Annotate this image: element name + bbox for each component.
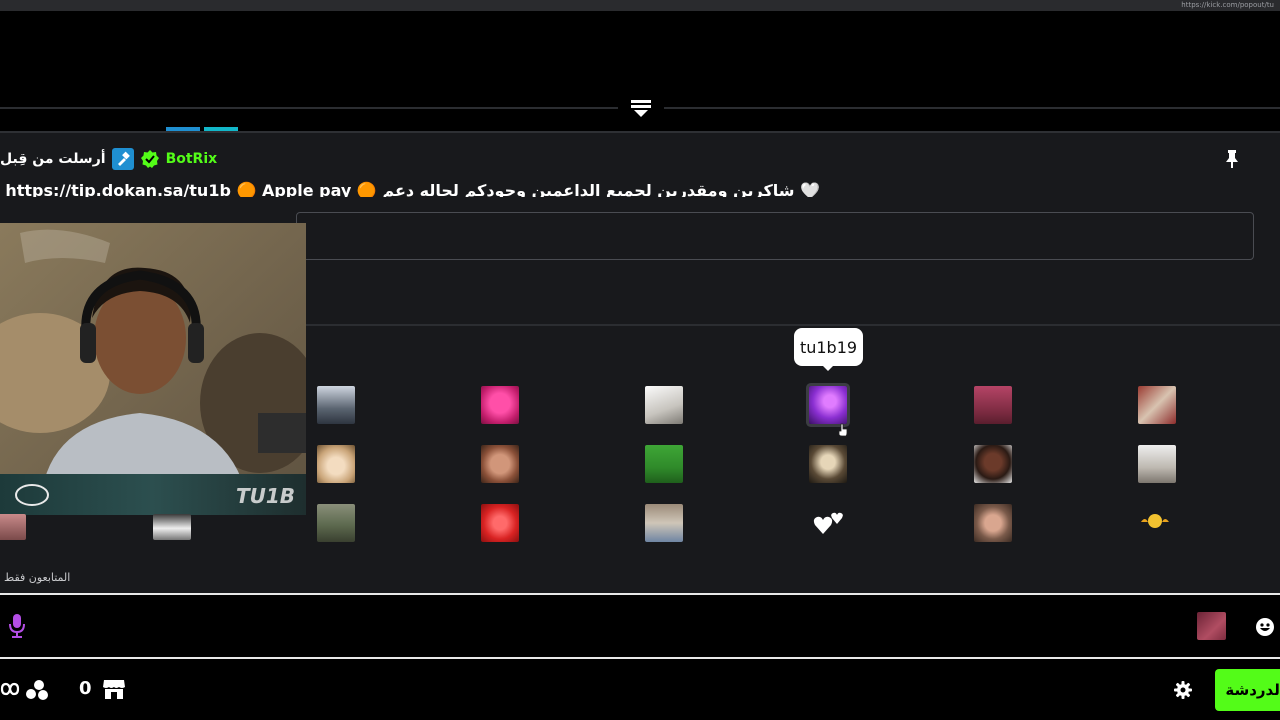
tooltip-tail <box>822 365 834 371</box>
store-icon[interactable] <box>102 678 126 700</box>
emote-item[interactable] <box>317 504 355 542</box>
emote-item[interactable] <box>809 445 847 483</box>
chat-input[interactable] <box>0 593 1280 659</box>
emote-item[interactable] <box>645 386 683 424</box>
emote-item[interactable] <box>645 504 683 542</box>
points-icon[interactable] <box>25 679 49 701</box>
emote-item[interactable] <box>481 504 519 542</box>
emote-item[interactable] <box>0 514 26 540</box>
mic-icon[interactable] <box>8 613 26 639</box>
chat-footer <box>0 659 1280 720</box>
emote-item[interactable] <box>317 445 355 483</box>
emote-search-input[interactable] <box>296 212 1254 260</box>
followers-only-label: المتابعون فقط <box>4 571 71 584</box>
pinned-header: أرسلت من قِبل BotRix <box>0 147 217 171</box>
emote-item[interactable] <box>974 386 1012 424</box>
verified-icon <box>140 149 160 169</box>
streamer-webcam: TU1B <box>0 223 306 515</box>
emote-face[interactable] <box>1138 512 1172 530</box>
bot-icon <box>111 148 134 170</box>
emote-item[interactable] <box>1138 445 1176 483</box>
panel-divider <box>306 324 1280 326</box>
pinned-message: أرسلت من قِبل BotRix 🤍 شاكرين ومقدرين لج… <box>0 131 1280 199</box>
emote-item[interactable] <box>974 504 1012 542</box>
emote-item[interactable] <box>1138 386 1176 424</box>
selected-emote-preview[interactable] <box>1197 612 1226 640</box>
emote-item[interactable] <box>317 386 355 424</box>
emote-item[interactable] <box>481 386 519 424</box>
emote-item[interactable] <box>481 445 519 483</box>
smile-icon[interactable] <box>1255 617 1275 637</box>
points-count: 0 <box>79 678 92 699</box>
emote-tooltip: tu1b19 <box>794 328 863 366</box>
emote-item[interactable] <box>645 445 683 483</box>
divider-left <box>0 107 618 109</box>
emote-item[interactable] <box>153 514 191 540</box>
sent-by-label: أرسلت من قِبل <box>0 151 106 167</box>
browser-strip <box>0 0 1280 11</box>
pin-icon[interactable] <box>1224 149 1240 169</box>
divider-right <box>664 107 1280 109</box>
emote-item[interactable] <box>974 445 1012 483</box>
emote-tu1b19[interactable] <box>809 386 847 424</box>
bot-name[interactable]: BotRix <box>166 151 218 167</box>
collapse-icon[interactable] <box>630 98 652 118</box>
mouse-cursor <box>838 422 848 437</box>
chat-button[interactable]: الدردشة <box>1215 669 1280 711</box>
page-url: https://kick.com/popout/tu <box>1181 1 1274 9</box>
emote-hearts[interactable] <box>813 506 845 536</box>
webcam-overlay-text: TU1B <box>236 484 295 508</box>
settings-icon[interactable] <box>1174 681 1192 699</box>
infinity-icon[interactable] <box>0 681 20 697</box>
